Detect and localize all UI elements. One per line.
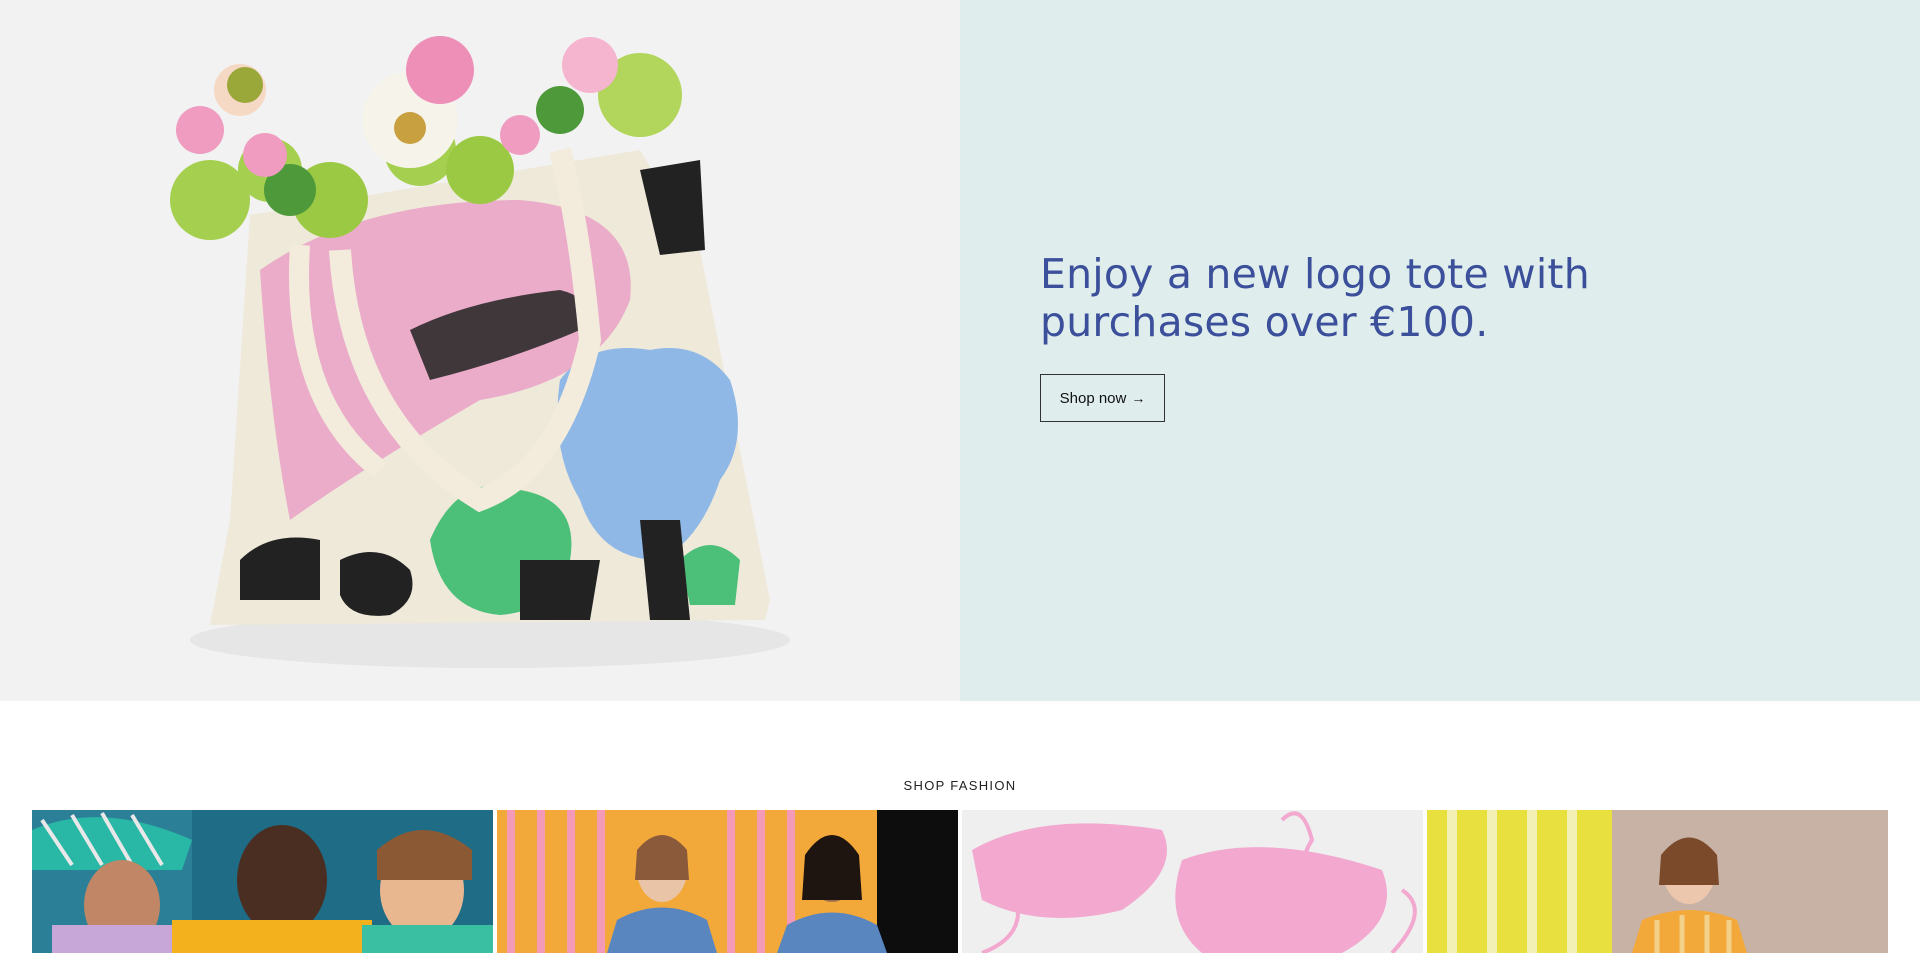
- fashion-tile-denim[interactable]: [497, 810, 958, 953]
- tile-image-bags: [962, 810, 1423, 953]
- shop-fashion-heading: SHOP FASHION: [903, 778, 1017, 793]
- promo-panel: Enjoy a new logo tote with purchases ove…: [960, 0, 1920, 701]
- tile-image-stripes: [1427, 810, 1888, 953]
- fashion-tile-yellow-stripes[interactable]: [1427, 810, 1888, 953]
- arrow-right-icon: →: [1131, 390, 1146, 406]
- promo-heading: Enjoy a new logo tote with purchases ove…: [1040, 250, 1590, 346]
- fashion-tile-pink-bags[interactable]: [962, 810, 1423, 953]
- promo-hero: Enjoy a new logo tote with purchases ove…: [0, 0, 1920, 701]
- tote-bag-image[interactable]: [0, 0, 960, 701]
- fashion-tiles: [32, 810, 1888, 953]
- fashion-tile-people-stripes[interactable]: [32, 810, 493, 953]
- shop-now-button[interactable]: Shop now →: [1040, 374, 1165, 422]
- tile-image-denim: [497, 810, 958, 953]
- shop-now-label: Shop now: [1059, 389, 1127, 407]
- tote-illustration: [170, 36, 790, 668]
- tile-image-people: [32, 810, 493, 953]
